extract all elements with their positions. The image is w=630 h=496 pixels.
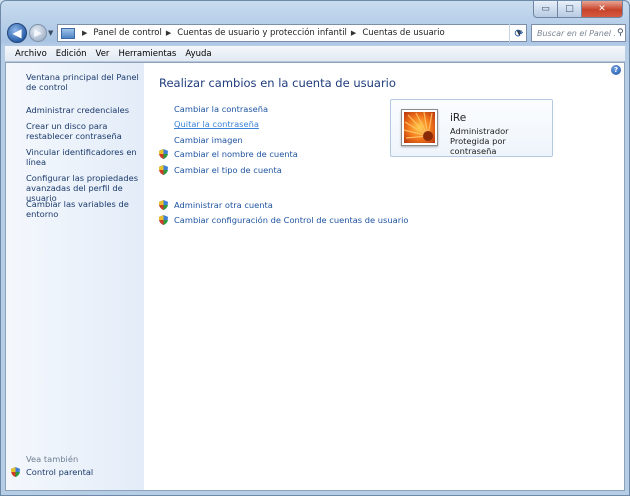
uac-shield-icon <box>159 215 168 225</box>
search-input[interactable] <box>532 27 617 39</box>
breadcrumb-current[interactable]: Cuentas de usuario <box>362 28 444 38</box>
change-picture-link[interactable]: Cambiar imagen <box>174 135 243 145</box>
change-account-type-link[interactable]: Cambiar el tipo de cuenta <box>159 165 282 175</box>
arrow-left-icon: ◀ <box>12 26 22 40</box>
menu-ayuda[interactable]: Ayuda <box>185 49 211 59</box>
forward-button[interactable]: ▶ <box>29 24 47 42</box>
refresh-icon: ⟳ <box>514 26 524 40</box>
sidebar-item-online-ids[interactable]: Vincular identificadores en línea <box>26 147 144 167</box>
sidebar: Ventana principal del Panel de control A… <box>6 63 144 490</box>
change-password-link[interactable]: Cambiar la contraseña <box>174 104 268 114</box>
user-name: iRe <box>450 112 467 124</box>
uac-shield-icon <box>159 165 168 175</box>
sidebar-item-control-panel-home[interactable]: Ventana principal del Panel de control <box>26 72 144 92</box>
flower-picture-icon <box>404 112 435 143</box>
chevron-right-icon[interactable]: ▶ <box>351 29 356 37</box>
search-icon[interactable]: ⚲ <box>617 28 624 38</box>
sidebar-item-environment-variables[interactable]: Cambiar las variables de entorno <box>26 199 144 219</box>
avatar[interactable] <box>401 109 438 146</box>
user-password-status: Protegida por contraseña <box>450 136 506 156</box>
help-icon[interactable]: ? <box>611 65 621 75</box>
parental-control-link[interactable]: Control parental <box>11 467 93 477</box>
change-account-name-link[interactable]: Cambiar el nombre de cuenta <box>159 149 298 159</box>
close-button[interactable]: ✕ <box>582 1 623 18</box>
search-box[interactable]: ⚲ <box>531 24 626 42</box>
control-panel-icon <box>61 27 75 39</box>
breadcrumb-panel[interactable]: Panel de control ▶ <box>93 28 177 38</box>
page-title: Realizar cambios en la cuenta de usuario <box>159 76 396 90</box>
window: ▭ □ ✕ ◀ ▶ ▼ ▶ Panel de control ▶ Cuentas … <box>0 0 630 496</box>
manage-other-account-link[interactable]: Administrar otra cuenta <box>159 200 273 210</box>
uac-shield-icon <box>11 467 20 477</box>
menu-herramientas[interactable]: Herramientas <box>118 49 176 59</box>
menu-archivo[interactable]: Archivo <box>15 49 47 59</box>
user-account-card: iRe Administrador Protegida por contrase… <box>390 99 553 157</box>
chevron-right-icon[interactable]: ▶ <box>82 29 87 37</box>
address-row: ◀ ▶ ▼ ▶ Panel de control ▶ Cuentas de usu… <box>5 23 626 45</box>
menu-bar: Archivo Edición Ver Herramientas Ayuda <box>5 46 625 62</box>
address-bar[interactable]: ▶ Panel de control ▶ Cuentas de usuario y… <box>57 24 527 42</box>
window-controls: ▭ □ ✕ <box>533 1 623 18</box>
maximize-button[interactable]: □ <box>558 1 582 18</box>
sidebar-item-credentials[interactable]: Administrar credenciales <box>26 105 144 115</box>
remove-password-link[interactable]: Quitar la contraseña <box>174 119 259 129</box>
uac-shield-icon <box>159 149 168 159</box>
refresh-button[interactable]: ⟳ <box>509 24 528 42</box>
minimize-button[interactable]: ▭ <box>533 1 558 18</box>
back-button[interactable]: ◀ <box>7 23 27 43</box>
chevron-right-icon[interactable]: ▶ <box>166 29 171 37</box>
arrow-right-icon: ▶ <box>34 27 42 39</box>
recent-pages-dropdown[interactable]: ▼ <box>48 29 53 37</box>
menu-ver[interactable]: Ver <box>96 49 110 59</box>
uac-settings-link[interactable]: Cambiar configuración de Control de cuen… <box>159 215 409 225</box>
sidebar-item-reset-disk[interactable]: Crear un disco para restablecer contrase… <box>26 121 144 141</box>
uac-shield-icon <box>159 200 168 210</box>
user-role: Administrador <box>450 126 509 136</box>
see-also-label: Vea también <box>26 454 79 464</box>
breadcrumb-category[interactable]: Cuentas de usuario y protección infantil… <box>177 28 362 38</box>
content-area: Ventana principal del Panel de control A… <box>5 62 625 491</box>
menu-edicion[interactable]: Edición <box>56 49 87 59</box>
parental-control-label[interactable]: Control parental <box>26 467 93 477</box>
